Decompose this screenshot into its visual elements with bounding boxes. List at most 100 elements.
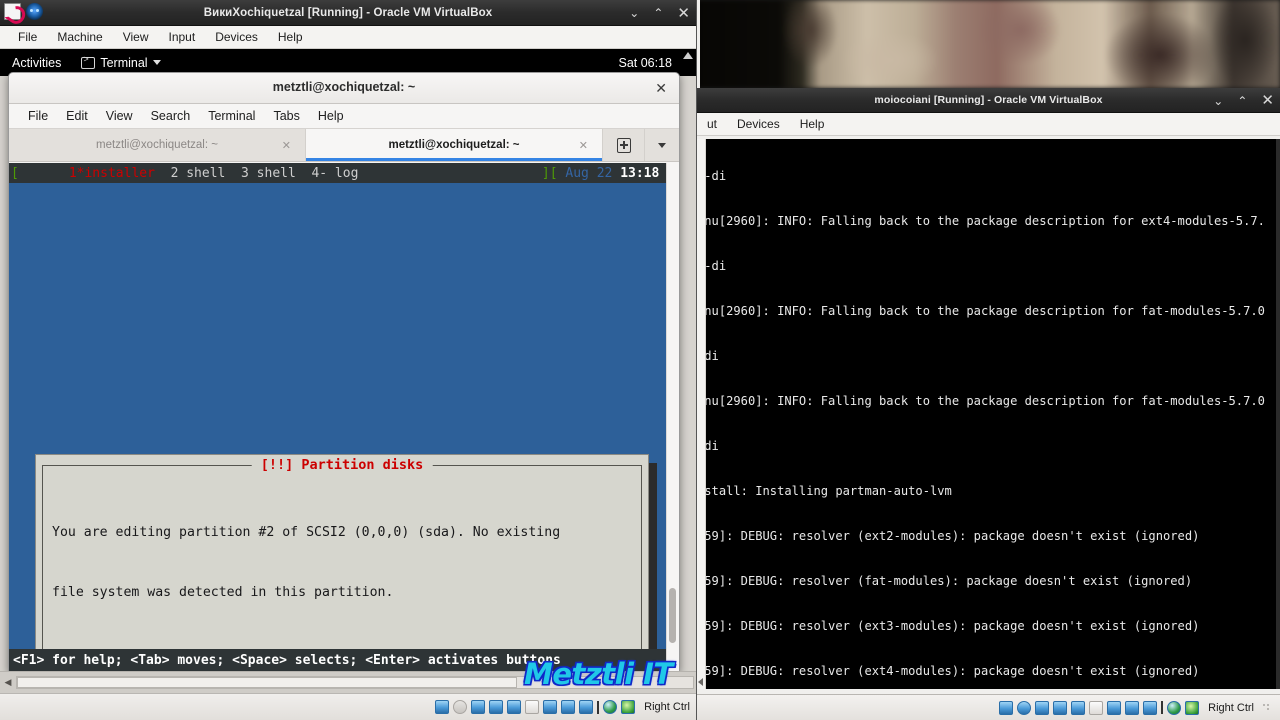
recording-icon[interactable] [1125, 700, 1140, 715]
left-vm-statusbar: Right Ctrl [0, 693, 696, 720]
optical-disc-icon[interactable] [1017, 700, 1032, 715]
hdd-icon[interactable] [999, 700, 1014, 715]
menu-input-partial[interactable]: ut [697, 113, 727, 136]
terminal-tab-1-close-icon[interactable]: ✕ [282, 139, 291, 152]
menu-view[interactable]: View [113, 26, 159, 49]
virtualbox-window-moiocoiani[interactable]: moiocoiani [Running] - Oracle VM Virtual… [697, 88, 1280, 720]
audio-icon[interactable] [1035, 700, 1050, 715]
scroll-up-icon[interactable] [683, 52, 693, 59]
tmux-right-section: ][ Aug 22 13:18 ] [542, 166, 679, 181]
gnome-terminal-window[interactable]: metztli@xochiquetzal: ~ ✕ File Edit View… [8, 72, 680, 672]
dialog-body-line-1: You are editing partition #2 of SCSI2 (0… [52, 525, 561, 540]
right-vm-window-controls[interactable]: ⌄ ⌃ ✕ [1213, 88, 1274, 113]
usb-icon[interactable] [1071, 700, 1086, 715]
chevron-down-icon [658, 142, 666, 148]
scroll-left-icon[interactable]: ◀ [0, 677, 16, 688]
terminal-menu-search[interactable]: Search [142, 109, 200, 123]
display-icon[interactable] [1107, 700, 1122, 715]
virtualization-icon[interactable] [579, 700, 594, 714]
terminal-menu-help[interactable]: Help [309, 109, 353, 123]
maximize-icon[interactable]: ⌃ [1237, 95, 1247, 107]
log-line: enu[2960]: INFO: Falling back to the pac… [697, 304, 1265, 318]
virtualization-icon[interactable] [1143, 700, 1158, 715]
desktop-wallpaper [690, 0, 1280, 88]
gnome-activities-button[interactable]: Activities [0, 56, 73, 70]
usb-icon[interactable] [507, 700, 522, 714]
screen: ВикиXochiquetzal [Running] - Oracle VM V… [0, 0, 1280, 720]
log-line: -di [697, 349, 719, 363]
mouse-integration-icon[interactable] [1167, 700, 1182, 715]
terminal-scrollbar-thumb[interactable] [669, 588, 676, 643]
tmux-left-bracket: [ [11, 165, 19, 181]
close-icon[interactable]: ✕ [677, 6, 690, 21]
terminal-icon [81, 55, 96, 69]
close-icon[interactable]: ✕ [1261, 93, 1274, 108]
terminal-menubar[interactable]: File Edit View Search Terminal Tabs Help [9, 104, 679, 129]
menu-devices[interactable]: Devices [727, 113, 790, 136]
terminal-menu-view[interactable]: View [97, 109, 142, 123]
host-key-icon[interactable] [621, 700, 636, 714]
audio-icon[interactable] [471, 700, 486, 714]
mouse-capture-icon[interactable] [597, 700, 600, 714]
menu-help[interactable]: Help [790, 113, 835, 136]
shared-folder-icon[interactable] [1089, 700, 1104, 715]
hdd-icon[interactable] [435, 700, 450, 714]
terminal-close-icon[interactable]: ✕ [655, 79, 667, 97]
terminal-menu-tabs[interactable]: Tabs [264, 109, 308, 123]
menu-help[interactable]: Help [268, 26, 313, 49]
optical-disc-icon[interactable] [453, 700, 468, 714]
right-vm-left-scroll-edge[interactable] [697, 139, 706, 689]
terminal-titlebar[interactable]: metztli@xochiquetzal: ~ ✕ [9, 73, 679, 104]
virtualbox-window-xochiquetzal[interactable]: ВикиXochiquetzal [Running] - Oracle VM V… [0, 0, 697, 720]
minimize-icon[interactable]: ⌄ [629, 7, 639, 19]
tmux-open-bracket-2: [ [549, 165, 558, 181]
recording-icon[interactable] [561, 700, 576, 714]
log-line: -di [697, 439, 719, 453]
new-tab-button[interactable] [603, 129, 645, 161]
tmux-active-window[interactable]: 1*installer [69, 166, 155, 181]
menu-machine[interactable]: Machine [47, 26, 112, 49]
network-icon[interactable] [1053, 700, 1068, 715]
terminal-menu-file[interactable]: File [19, 109, 57, 123]
host-key-icon[interactable] [1185, 700, 1200, 715]
terminal-tab-1[interactable]: metztli@xochiquetzal: ~ ✕ [9, 129, 306, 161]
tab-list-button[interactable] [645, 129, 679, 161]
menu-input[interactable]: Input [159, 26, 206, 49]
log-line: enu[2960]: INFO: Falling back to the pac… [697, 214, 1265, 228]
right-vm-menubar[interactable]: ut Devices Help [697, 113, 1280, 136]
display-icon[interactable] [543, 700, 558, 714]
gnome-clock[interactable]: Sat 06:18 [618, 56, 672, 70]
left-vm-titlebar[interactable]: ВикиXochiquetzal [Running] - Oracle VM V… [0, 0, 696, 26]
network-icon[interactable] [489, 700, 504, 714]
terminal-menu-edit[interactable]: Edit [57, 109, 97, 123]
installer-screen: [!!] Partition disks You are editing par… [9, 183, 679, 671]
terminal-tab-2-close-icon[interactable]: ✕ [579, 139, 588, 152]
right-vm-statusbar: Right Ctrl [697, 694, 1280, 720]
right-vm-titlebar[interactable]: moiocoiani [Running] - Oracle VM Virtual… [697, 88, 1280, 113]
mouse-integration-icon[interactable] [603, 700, 618, 714]
terminal-tab-2[interactable]: metztli@xochiquetzal: ~ ✕ [306, 129, 603, 161]
partition-disks-dialog[interactable]: [!!] Partition disks You are editing par… [35, 454, 649, 671]
menu-file[interactable]: File [8, 26, 47, 49]
chevron-down-icon[interactable] [152, 60, 161, 65]
right-vm-right-edge [1276, 139, 1280, 689]
menu-devices[interactable]: Devices [205, 26, 268, 49]
gnome-app-menu[interactable]: Terminal [73, 55, 168, 70]
left-vm-window-controls[interactable]: ⌄ ⌃ ✕ [629, 0, 690, 26]
terminal-vertical-scrollbar[interactable] [666, 163, 679, 671]
left-vm-hscroll-thumb[interactable] [17, 677, 518, 688]
resize-grip[interactable] [1262, 702, 1272, 713]
tmux-time: 13:18 [620, 165, 660, 181]
terminal-content[interactable]: [ 1*installer 2 shell 3 shell 4- log ][ … [9, 163, 679, 671]
mouse-capture-icon[interactable] [1161, 701, 1164, 714]
shared-folder-icon[interactable] [525, 700, 540, 714]
scroll-left-icon[interactable] [698, 678, 703, 686]
terminal-tabbar[interactable]: metztli@xochiquetzal: ~ ✕ metztli@xochiq… [9, 129, 679, 162]
terminal-menu-terminal[interactable]: Terminal [199, 109, 264, 123]
minimize-icon[interactable]: ⌄ [1213, 95, 1223, 107]
terminal-tab-2-label: metztli@xochiquetzal: ~ [388, 139, 520, 151]
tmux-other-windows[interactable]: 2 shell 3 shell 4- log [155, 166, 359, 181]
maximize-icon[interactable]: ⌃ [653, 7, 663, 19]
left-vm-menubar[interactable]: File Machine View Input Devices Help [0, 26, 696, 49]
left-vm-title: ВикиXochiquetzal [Running] - Oracle VM V… [203, 6, 493, 19]
